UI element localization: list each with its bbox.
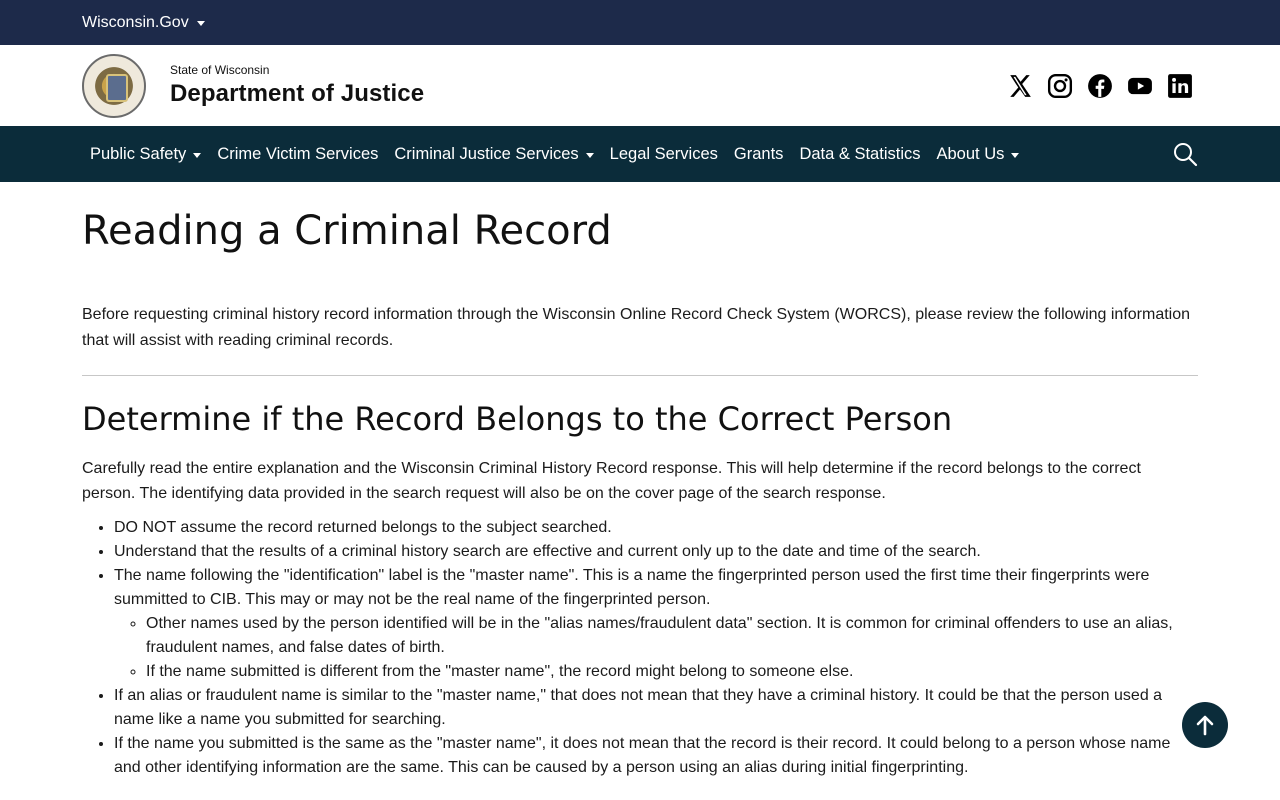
nav-item-data-statistics[interactable]: Data & Statistics: [799, 145, 920, 164]
facebook-icon[interactable]: [1087, 73, 1113, 99]
nav-item-label: Legal Services: [609, 144, 718, 163]
main-content: Reading a Criminal Record Before request…: [0, 182, 1280, 780]
guidance-list: DO NOT assume the record returned belong…: [82, 516, 1198, 780]
sub-list: Other names used by the person identifie…: [114, 612, 1198, 684]
nav-items: Public Safety Crime Victim Services Crim…: [90, 144, 1020, 164]
nav-item-label: About Us: [936, 144, 1005, 163]
chevron-down-icon: [196, 21, 205, 26]
chevron-down-icon: [1011, 152, 1020, 158]
divider: [82, 375, 1198, 376]
instagram-icon[interactable]: [1047, 73, 1073, 99]
list-item: If an alias or fraudulent name is simila…: [114, 684, 1198, 732]
nav-item-criminal-justice-services[interactable]: Criminal Justice Services: [394, 144, 594, 164]
back-to-top-button[interactable]: [1182, 702, 1228, 748]
list-item: The name following the "identification" …: [114, 564, 1198, 684]
list-item-text: DO NOT assume the record returned belong…: [114, 519, 612, 536]
page-title: Reading a Criminal Record: [82, 208, 612, 254]
search-icon[interactable]: [1172, 141, 1198, 167]
sub-list-item-text: If the name submitted is different from …: [146, 663, 854, 680]
x-icon[interactable]: [1007, 73, 1033, 99]
list-item: DO NOT assume the record returned belong…: [114, 516, 1198, 540]
site-header: State of Wisconsin Department of Justice: [0, 45, 1280, 126]
nav-item-label: Grants: [733, 144, 784, 163]
brand-home-link[interactable]: State of Wisconsin Department of Justice: [82, 53, 424, 118]
nav-item-label: Public Safety: [90, 144, 187, 163]
list-item: If the name you submitted is the same as…: [114, 732, 1198, 780]
social-links: [1007, 73, 1193, 99]
nav-item-legal-services[interactable]: Legal Services: [610, 145, 718, 164]
nav-item-label: Criminal Justice Services: [394, 144, 579, 163]
dept-label: Department of Justice: [170, 80, 425, 107]
nav-item-about-us[interactable]: About Us: [936, 144, 1020, 164]
intro-paragraph: Before requesting criminal history recor…: [82, 306, 1191, 349]
nav-item-label: Data & Statistics: [799, 144, 921, 163]
nav-item-label: Crime Victim Services: [217, 144, 379, 163]
arrow-up-icon: [1196, 715, 1214, 736]
chevron-down-icon: [193, 152, 202, 158]
state-label: State of Wisconsin: [170, 63, 270, 77]
linkedin-icon[interactable]: [1167, 73, 1193, 99]
list-item: Understand that the results of a crimina…: [114, 540, 1198, 564]
wisconsin-gov-dropdown[interactable]: Wisconsin.Gov: [82, 14, 205, 32]
list-item-text: The name following the "identification" …: [114, 567, 1150, 608]
sub-list-item-text: Other names used by the person identifie…: [146, 615, 1173, 656]
chevron-down-icon: [585, 152, 594, 158]
nav-item-public-safety[interactable]: Public Safety: [90, 144, 202, 164]
doj-seal-logo: [82, 53, 146, 118]
sub-list-item: Other names used by the person identifie…: [146, 612, 1198, 660]
main-nav: Public Safety Crime Victim Services Crim…: [0, 126, 1280, 182]
section-title: Determine if the Record Belongs to the C…: [82, 400, 953, 438]
brand-text: State of Wisconsin Department of Justice: [170, 63, 424, 108]
list-item-text: Understand that the results of a crimina…: [114, 543, 981, 560]
section-paragraph: Carefully read the entire explanation an…: [82, 460, 1141, 502]
wisconsin-gov-label: Wisconsin.Gov: [82, 13, 189, 31]
top-strip: Wisconsin.Gov: [0, 0, 1280, 45]
nav-item-crime-victim-services[interactable]: Crime Victim Services: [217, 145, 378, 164]
sub-list-item: If the name submitted is different from …: [146, 660, 1198, 684]
list-item-text: If the name you submitted is the same as…: [114, 735, 1171, 776]
nav-item-grants[interactable]: Grants: [734, 145, 784, 164]
youtube-icon[interactable]: [1127, 73, 1153, 99]
list-item-text: If an alias or fraudulent name is simila…: [114, 687, 1163, 728]
